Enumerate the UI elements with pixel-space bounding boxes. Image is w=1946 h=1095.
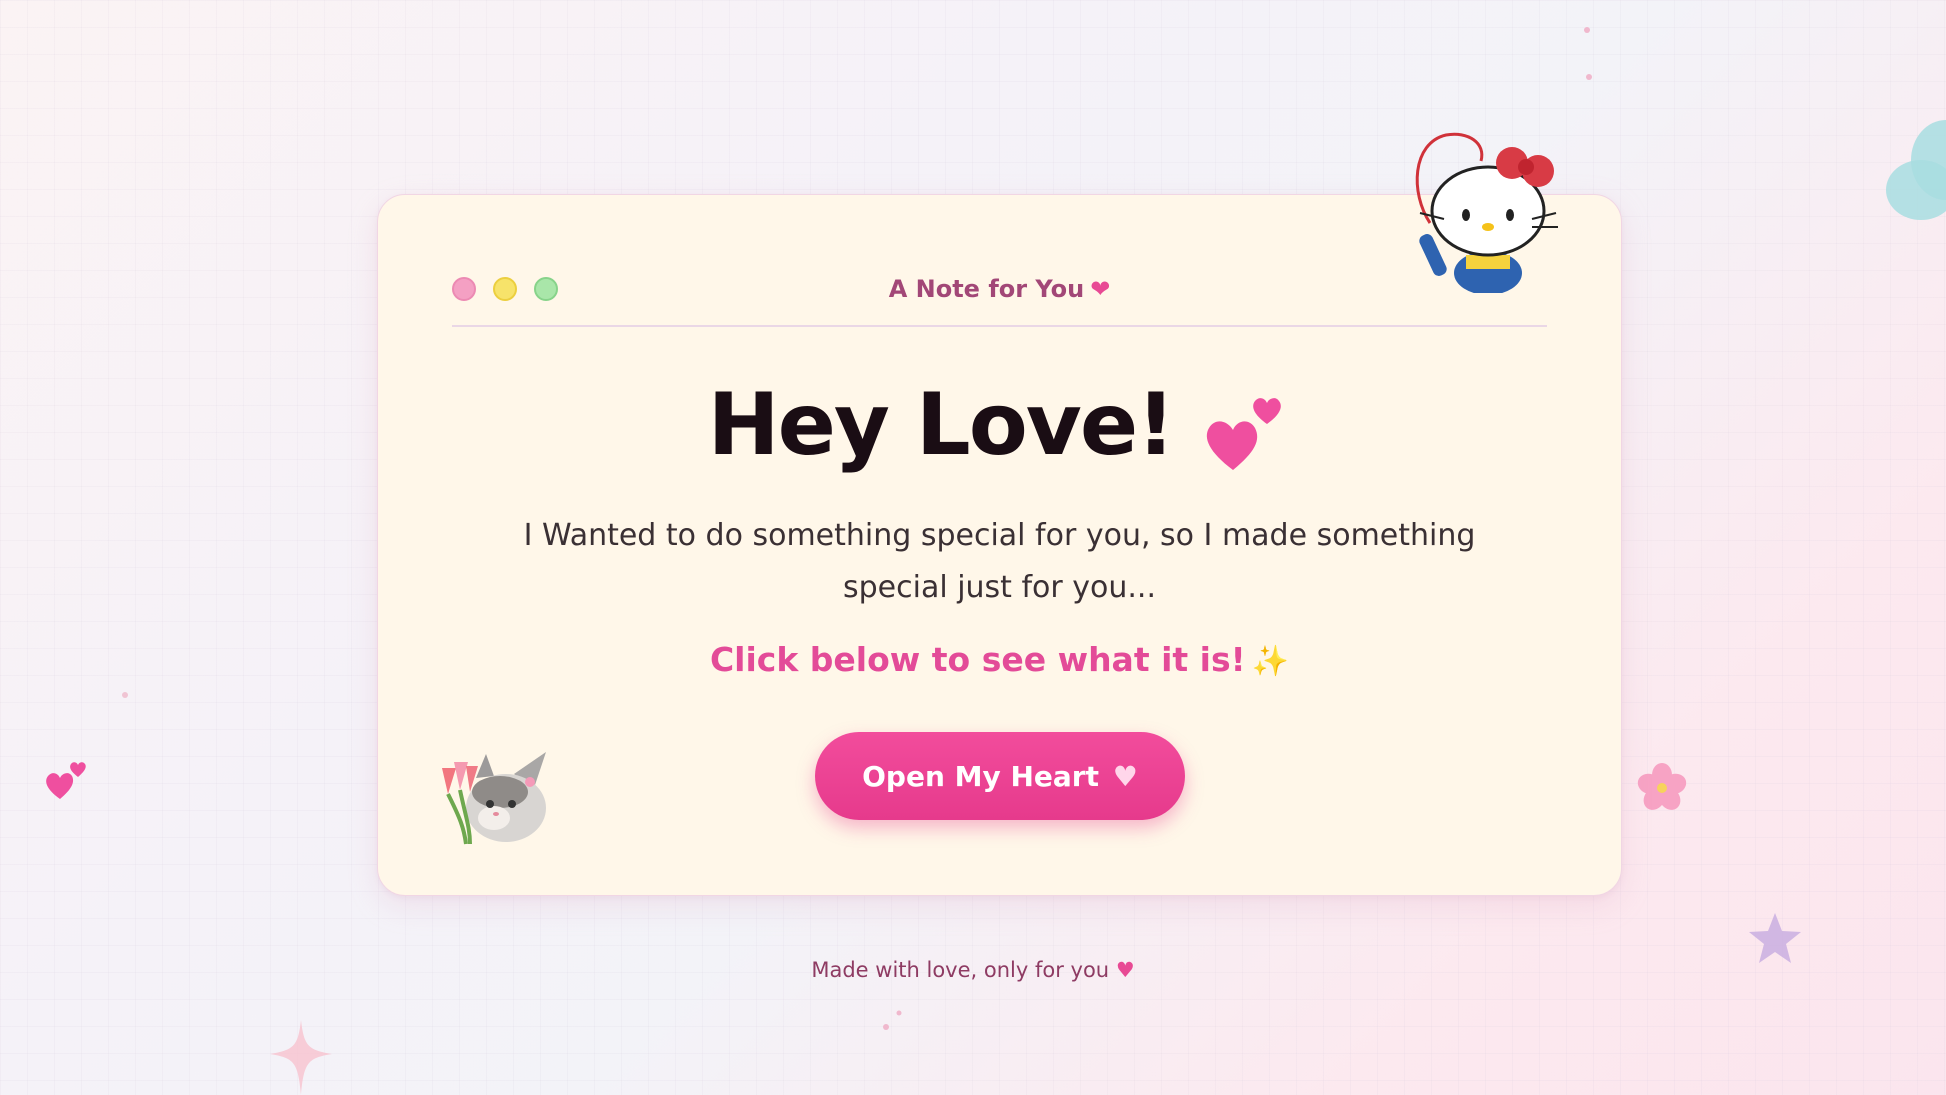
open-my-heart-button[interactable]: Open My Heart ♥: [815, 732, 1185, 820]
cherry-blossom-icon: [1637, 763, 1687, 810]
cloud-icon: [1886, 120, 1946, 230]
hello-kitty-sticker: [1415, 132, 1558, 293]
two-hearts-icon: [46, 762, 86, 799]
message-body: I Wanted to do something special for you…: [523, 518, 1476, 605]
note-card: A Note for You ❤ Hey Love! I Wanted to do…: [377, 132, 1622, 896]
sparkling-heart-icon: ♥: [1112, 759, 1138, 793]
sparkles-icon: ✨: [1251, 644, 1290, 679]
heart-icon: ❤: [1090, 275, 1111, 303]
button-label: Open My Heart: [862, 759, 1100, 793]
headline-text: Hey Love!: [707, 375, 1176, 475]
two-hearts-icon: ♥: [1115, 958, 1135, 982]
two-hearts-icon: [1201, 388, 1291, 474]
cta-text: Click below to see what it is!: [709, 640, 1246, 679]
dot-decoration: [122, 692, 128, 698]
dots-decoration: [1584, 27, 1592, 80]
headline: Hey Love!: [378, 375, 1621, 475]
window-title-text: A Note for You: [888, 275, 1085, 303]
title-bar: A Note for You ❤: [452, 265, 1547, 327]
window-title: A Note for You ❤: [452, 275, 1547, 303]
sparkle-star-icon: [270, 1020, 332, 1095]
footer: Made with love, only for you ♥: [0, 958, 1946, 982]
footer-text: Made with love, only for you: [811, 958, 1110, 982]
call-to-action: Click below to see what it is! ✨: [378, 640, 1621, 679]
kitten-with-tulips-sticker: [442, 752, 546, 845]
dots-decoration: [883, 1010, 902, 1030]
